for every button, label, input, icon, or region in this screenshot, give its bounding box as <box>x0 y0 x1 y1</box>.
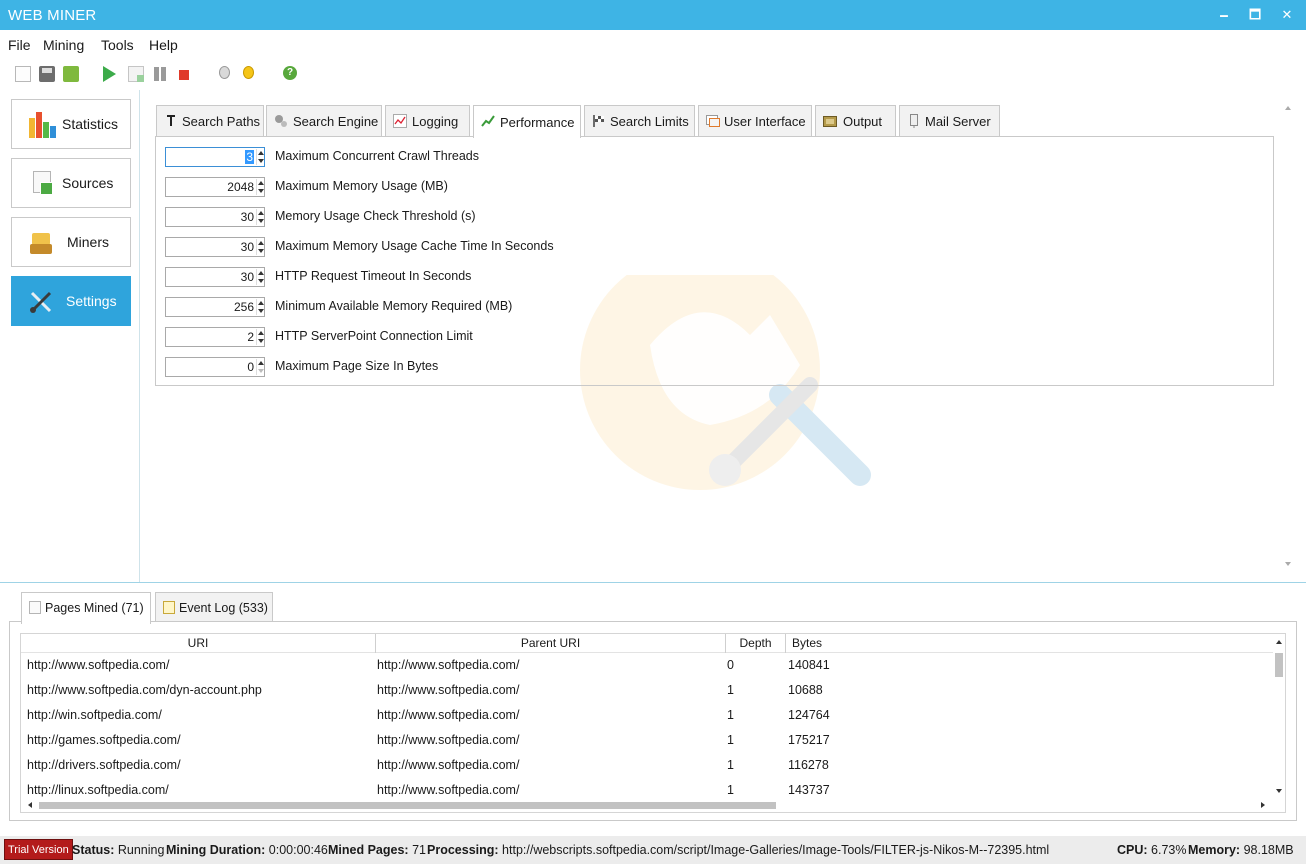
sidebar-item-label: Settings <box>66 293 117 309</box>
gears-icon <box>274 114 288 128</box>
tab-search-engine[interactable]: Search Engine <box>266 105 382 136</box>
processing-value: http://webscripts.softpedia.com/script/I… <box>502 843 1050 857</box>
status-memory: Memory: 98.18MB <box>1188 843 1294 857</box>
sidebar-item-label: Statistics <box>62 116 119 132</box>
tab-output[interactable]: Output <box>815 105 896 136</box>
sidebar-item-sources[interactable]: Sources <box>11 158 131 208</box>
menu-mining[interactable]: Mining <box>43 37 84 53</box>
performance-icon <box>481 114 495 128</box>
menu-file[interactable]: File <box>8 37 31 53</box>
chart-icon <box>393 114 407 128</box>
pages-value: 71 <box>412 843 426 857</box>
duration-label: Mining Duration: <box>166 843 266 857</box>
app-window: WEB MINER 🗕 🗖 ✕ File Mining Tools Help ?… <box>0 0 1306 864</box>
toolbar: ? <box>0 62 400 86</box>
pause-icon[interactable] <box>152 66 168 82</box>
tab-user-interface[interactable]: User Interface <box>698 105 812 136</box>
stop-icon[interactable] <box>179 70 189 80</box>
miners-icon <box>28 230 54 256</box>
tab-label: User Interface <box>724 114 806 129</box>
sidebar-divider <box>139 90 140 582</box>
cpu-label: CPU: <box>1117 843 1148 857</box>
trial-version-badge: Trial Version <box>4 839 73 860</box>
tab-label: Search Engine <box>293 114 379 129</box>
status-state: Status: Running <box>72 843 164 857</box>
flag-icon <box>592 114 606 128</box>
status-bar: Trial Version Status: Running Mining Dur… <box>0 836 1306 864</box>
sidebar-item-settings[interactable]: Settings <box>11 276 131 326</box>
minimize-button[interactable]: 🗕 <box>1207 0 1241 30</box>
tab-performance[interactable]: Performance <box>473 105 581 138</box>
tab-event-log[interactable]: Event Log (533) <box>155 592 273 622</box>
status-cpu: CPU: 6.73% <box>1117 843 1187 857</box>
help-icon[interactable]: ? <box>283 66 297 80</box>
output-icon <box>823 114 837 128</box>
close-button[interactable]: ✕ <box>1270 0 1304 30</box>
tab-label: Mail Server <box>925 114 991 129</box>
memory-label: Memory: <box>1188 843 1241 857</box>
tab-search-paths[interactable]: Search Paths <box>156 105 264 136</box>
tab-pages-mined[interactable]: Pages Mined (71) <box>21 592 151 624</box>
bulb-off-icon[interactable] <box>219 66 230 79</box>
memory-value: 98.18MB <box>1243 843 1294 857</box>
bar-chart-icon <box>28 112 56 138</box>
menu-tools[interactable]: Tools <box>101 37 134 53</box>
tab-mail-server[interactable]: Mail Server <box>899 105 1000 136</box>
new-file-icon[interactable] <box>15 66 31 82</box>
tab-label: Search Limits <box>610 114 689 129</box>
cpu-value: 6.73% <box>1151 843 1187 857</box>
pages-label: Mined Pages: <box>328 843 409 857</box>
scroll-up-arrow-icon[interactable] <box>1285 106 1291 110</box>
tab-label: Event Log (533) <box>179 601 268 615</box>
save-icon[interactable] <box>39 66 55 82</box>
tab-label: Output <box>843 114 883 129</box>
sidebar-item-label: Sources <box>62 175 114 191</box>
status-processing: Processing: http://webscripts.softpedia.… <box>427 843 1049 857</box>
pages-mined-panel <box>9 621 1297 821</box>
sidebar-item-statistics[interactable]: Statistics <box>11 99 131 149</box>
status-duration: Mining Duration: 0:00:00:46 <box>166 843 328 857</box>
maximize-button[interactable]: 🗖 <box>1238 0 1272 30</box>
performance-settings-panel <box>155 136 1274 386</box>
tab-label: Pages Mined (71) <box>45 601 144 615</box>
menu-help[interactable]: Help <box>149 37 178 53</box>
page-icon <box>29 601 41 614</box>
note-icon <box>163 601 175 614</box>
panel-splitter[interactable] <box>0 582 1306 583</box>
mail-server-icon <box>907 114 921 128</box>
tab-search-limits[interactable]: Search Limits <box>584 105 695 136</box>
tab-label: Search Paths <box>182 114 261 129</box>
tab-logging[interactable]: Logging <box>385 105 470 136</box>
bulb-on-icon[interactable] <box>243 66 254 79</box>
window-title: WEB MINER <box>8 7 97 24</box>
status-mined-pages: Mined Pages: 71 <box>328 843 426 857</box>
step-icon[interactable] <box>128 66 144 82</box>
duration-value: 0:00:00:46 <box>268 843 328 857</box>
status-label: Status: <box>72 843 115 857</box>
processing-label: Processing: <box>427 843 499 857</box>
save-as-icon[interactable] <box>63 66 79 82</box>
title-bar: WEB MINER 🗕 🗖 ✕ <box>0 0 1306 30</box>
text-cursor-icon <box>164 114 178 128</box>
sidebar-item-miners[interactable]: Miners <box>11 217 131 267</box>
sidebar-item-label: Miners <box>67 234 110 250</box>
window-icon <box>706 114 720 128</box>
tab-label: Performance <box>500 115 575 130</box>
tools-icon <box>28 289 54 315</box>
start-mining-icon[interactable] <box>103 66 116 82</box>
document-icon <box>33 171 53 195</box>
status-value: Running <box>117 843 165 857</box>
scroll-down-arrow-icon[interactable] <box>1285 562 1291 566</box>
tab-label: Logging <box>412 114 459 129</box>
